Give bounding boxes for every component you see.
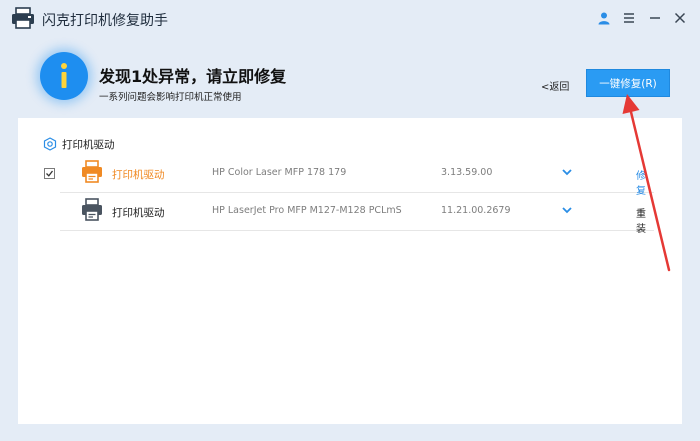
info-icon — [40, 52, 88, 100]
driver-model: HP LaserJet Pro MFP M127-M128 PCLmS — [212, 205, 402, 216]
driver-name: 打印机驱动 — [112, 207, 165, 219]
menu-icon[interactable] — [620, 9, 638, 27]
printer-logo-icon — [12, 7, 34, 29]
driver-model: HP Color Laser MFP 178 179 — [212, 167, 347, 178]
status-header: 发现1处异常，请立即修复 一系列问题会影响打印机正常使用 <返回 一键修复(R) — [0, 38, 700, 118]
driver-panel: 打印机驱动 打印机驱动 HP Color Laser MFP 178 179 3… — [18, 118, 682, 424]
driver-checkbox[interactable] — [44, 168, 55, 179]
driver-version: 3.13.59.00 — [441, 167, 493, 178]
user-icon[interactable] — [595, 9, 613, 27]
hexagon-icon — [43, 137, 57, 151]
printer-warning-icon — [82, 160, 102, 183]
minimize-icon[interactable] — [646, 9, 664, 27]
fix-all-button[interactable]: 一键修复(R) — [586, 69, 670, 97]
chevron-down-icon[interactable] — [560, 166, 574, 178]
status-title: 发现1处异常，请立即修复 — [99, 67, 287, 86]
driver-name: 打印机驱动 — [112, 169, 165, 181]
section-title: 打印机驱动 — [62, 139, 115, 151]
status-subtitle: 一系列问题会影响打印机正常使用 — [99, 92, 242, 103]
app-title: 闪克打印机修复助手 — [42, 13, 168, 29]
driver-row: 打印机驱动 HP LaserJet Pro MFP M127-M128 PCLm… — [60, 192, 654, 235]
reinstall-link[interactable]: 重装 — [636, 205, 654, 235]
chevron-down-icon[interactable] — [560, 204, 574, 216]
close-icon[interactable] — [671, 9, 689, 27]
title-bar: 闪克打印机修复助手 — [0, 0, 700, 38]
driver-row: 打印机驱动 HP Color Laser MFP 178 179 3.13.59… — [60, 154, 654, 197]
driver-version: 11.21.00.2679 — [441, 205, 511, 216]
back-link[interactable]: <返回 — [541, 78, 569, 93]
printer-icon — [82, 198, 102, 221]
